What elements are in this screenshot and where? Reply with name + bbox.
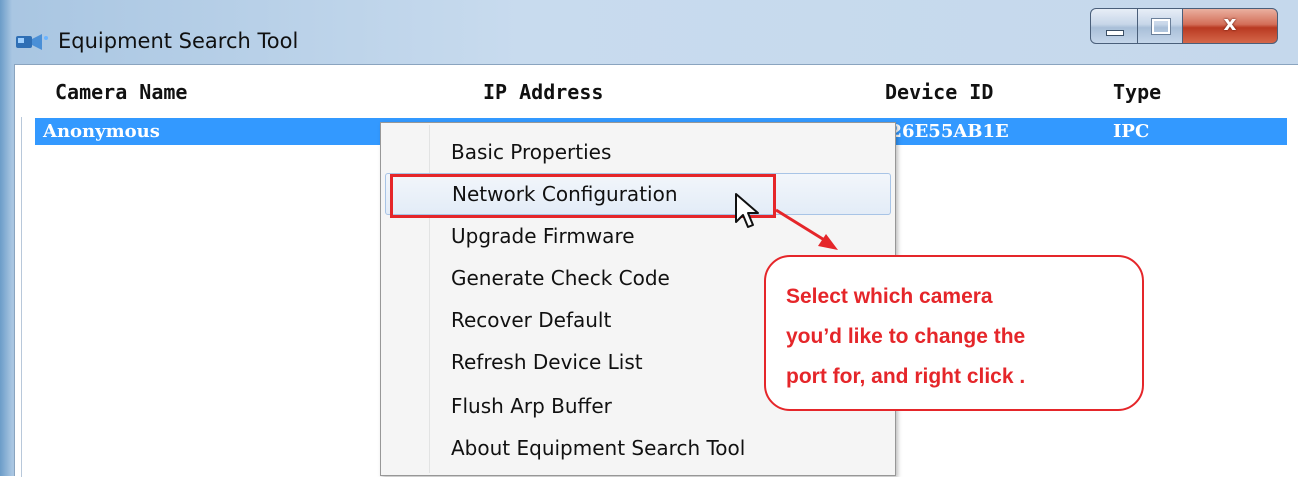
column-header-ip-address[interactable]: IP Address xyxy=(483,79,603,105)
minimize-button[interactable] xyxy=(1090,8,1138,44)
minimize-icon xyxy=(1106,30,1124,36)
menu-item-upgrade-firmware[interactable]: Upgrade Firmware xyxy=(385,215,891,257)
mouse-cursor-icon xyxy=(734,192,764,234)
app-window: Equipment Search Tool x Camera Name IP A… xyxy=(0,0,1298,477)
maximize-icon xyxy=(1151,18,1171,35)
close-icon: x xyxy=(1223,11,1237,35)
menu-item-label: Generate Check Code xyxy=(451,266,670,290)
close-button[interactable]: x xyxy=(1182,8,1278,44)
cell-device-id: 526E55AB1E xyxy=(877,121,1009,142)
menu-item-label: Recover Default xyxy=(451,308,612,332)
menu-item-label: About Equipment Search Tool xyxy=(451,436,746,460)
callout-line-1: Select which camera xyxy=(786,285,993,308)
menu-item-label: Flush Arp Buffer xyxy=(451,394,612,418)
highlight-box xyxy=(390,174,776,218)
menu-item-about[interactable]: About Equipment Search Tool xyxy=(385,427,891,469)
menu-item-label: Basic Properties xyxy=(451,140,612,164)
callout-line-3: port for, and right click . xyxy=(786,365,1026,388)
menu-item-label: Refresh Device List xyxy=(451,350,643,374)
window-title: Equipment Search Tool xyxy=(58,29,299,53)
maximize-button[interactable] xyxy=(1137,8,1183,44)
column-header-device-id[interactable]: Device ID xyxy=(885,79,993,105)
callout-line-2: you’d like to change the xyxy=(786,325,1026,348)
annotation-callout: Select which camera you’d like to change… xyxy=(764,255,1144,411)
title-bar[interactable]: Equipment Search Tool x xyxy=(0,0,1298,64)
cell-type: IPC xyxy=(1113,121,1150,142)
list-left-border xyxy=(21,117,22,477)
column-header-type[interactable]: Type xyxy=(1113,79,1161,105)
menu-item-basic-properties[interactable]: Basic Properties xyxy=(385,131,891,173)
camera-app-icon xyxy=(14,30,50,54)
menu-item-label: Upgrade Firmware xyxy=(451,224,635,248)
cell-camera-name: Anonymous xyxy=(43,121,160,142)
table-header: Camera Name IP Address Device ID Type xyxy=(15,65,1298,117)
column-header-camera-name[interactable]: Camera Name xyxy=(55,79,187,105)
